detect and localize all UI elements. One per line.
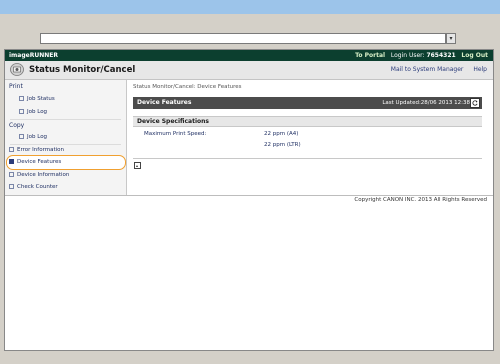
sidebar-item-label: Job Status xyxy=(27,96,55,102)
bullet-icon xyxy=(19,134,24,139)
help-link[interactable]: Help xyxy=(473,66,487,73)
sidebar-item-label: Job Log xyxy=(27,134,48,140)
status-monitor-icon xyxy=(10,63,24,76)
top-links: To Portal Login User: 7654321 Log Out xyxy=(355,50,488,61)
sidebar-item-label: Device Features xyxy=(17,159,62,165)
bullet-icon xyxy=(9,172,14,177)
window-titlebar xyxy=(0,0,500,14)
last-updated-text: Last Updated:28/06 2013 12:38 xyxy=(382,100,470,106)
login-user-label: Login User: xyxy=(390,52,425,59)
sidebar-item-device-features[interactable]: Device Features xyxy=(9,159,61,165)
sidebar-item-label: Job Log xyxy=(27,109,48,115)
browser-menubar xyxy=(0,14,500,30)
sidebar-item-error-information[interactable]: Error Information xyxy=(9,147,64,153)
sidebar-heading-copy: Copy xyxy=(9,122,25,129)
breadcrumb: Status Monitor/Cancel: Device Features xyxy=(133,84,242,90)
bullet-icon xyxy=(19,109,24,114)
address-input[interactable] xyxy=(40,33,446,44)
bullet-icon xyxy=(9,147,14,152)
sidebar-item-label: Check Counter xyxy=(17,184,58,190)
page-top-icon[interactable] xyxy=(134,162,141,169)
content-divider xyxy=(133,158,482,159)
sidebar-item-check-counter[interactable]: Check Counter xyxy=(9,184,58,190)
bullet-icon xyxy=(9,159,14,164)
bullet-icon xyxy=(9,184,14,189)
sidebar-item-job-status[interactable]: Job Status xyxy=(19,96,55,102)
sidebar-divider xyxy=(10,144,121,145)
section-title: Device Features xyxy=(137,99,192,106)
sidebar-item-copy-job-log[interactable]: Job Log xyxy=(19,134,47,140)
sidebar-item-label: Error Information xyxy=(17,147,64,153)
print-speed-ltr: 22 ppm (LTR) xyxy=(264,142,301,148)
refresh-icon[interactable] xyxy=(470,98,480,108)
login-user-value: 7654321 xyxy=(426,52,456,59)
specifications-title: Device Specifications xyxy=(137,118,209,125)
logout-link[interactable]: Log Out xyxy=(461,52,488,59)
sidebar-item-print-job-log[interactable]: Job Log xyxy=(19,109,47,115)
page-title: Status Monitor/Cancel xyxy=(29,65,136,75)
sidebar-item-label: Device Information xyxy=(17,172,70,178)
bullet-icon xyxy=(19,96,24,101)
mail-to-system-manager-link[interactable]: Mail to System Manager xyxy=(391,66,464,73)
sidebar-item-device-information[interactable]: Device Information xyxy=(9,172,69,178)
print-speed-a4: 22 ppm (A4) xyxy=(264,131,299,137)
sidebar-divider xyxy=(10,119,121,120)
header-links: Mail to System Manager Help xyxy=(383,61,487,79)
sidebar-heading-print: Print xyxy=(9,83,23,90)
to-portal-link[interactable]: To Portal xyxy=(355,52,385,59)
footer-divider xyxy=(5,195,493,196)
max-print-speed-label: Maximum Print Speed: xyxy=(144,131,207,137)
copyright-text: Copyright CANON INC. 2013 All Rights Res… xyxy=(354,197,487,203)
address-dropdown-button[interactable]: ▾ xyxy=(446,33,456,44)
brand-logo: imageRUNNER xyxy=(9,52,58,59)
